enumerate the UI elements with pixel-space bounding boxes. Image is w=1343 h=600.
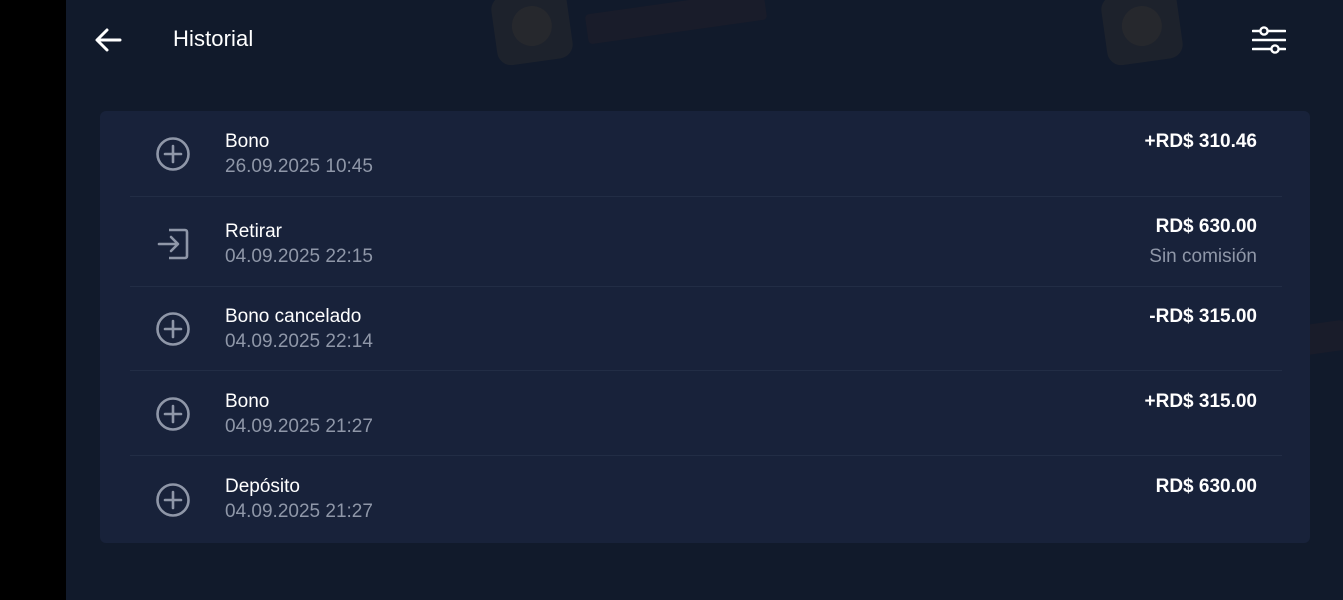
watermark-logo xyxy=(489,0,575,67)
sliders-icon xyxy=(1252,26,1286,54)
watermark-logo xyxy=(1099,0,1185,67)
plus-circle-icon xyxy=(153,480,193,520)
transaction-amount: +RD$ 310.46 xyxy=(1144,131,1258,152)
transaction-date: 04.09.2025 21:27 xyxy=(225,501,373,522)
transaction-fee-note: Sin comisión xyxy=(1149,246,1257,267)
watermark-text xyxy=(584,0,768,45)
transaction-row[interactable]: Retirar 04.09.2025 22:15 RD$ 630.00 Sin … xyxy=(100,197,1310,287)
transaction-row[interactable]: Bono 26.09.2025 10:45 +RD$ 310.46 xyxy=(100,111,1310,197)
transaction-title: Depósito xyxy=(225,476,300,497)
transaction-amount: +RD$ 315.00 xyxy=(1144,391,1258,412)
transaction-amount: RD$ 630.00 xyxy=(1155,216,1257,237)
transaction-title: Retirar xyxy=(225,221,283,242)
withdraw-icon xyxy=(153,224,193,264)
transaction-title: Bono xyxy=(225,131,270,152)
transaction-list: Bono 26.09.2025 10:45 +RD$ 310.46 Retira… xyxy=(100,111,1310,543)
transaction-date: 04.09.2025 22:15 xyxy=(225,246,373,267)
filter-button[interactable] xyxy=(1249,22,1289,58)
plus-circle-icon xyxy=(153,134,193,174)
transaction-amount: -RD$ 315.00 xyxy=(1149,306,1257,327)
transaction-date: 04.09.2025 21:27 xyxy=(225,416,373,437)
plus-circle-icon xyxy=(153,394,193,434)
transaction-amount: RD$ 630.00 xyxy=(1155,476,1257,497)
transaction-date: 04.09.2025 22:14 xyxy=(225,331,373,352)
back-button[interactable] xyxy=(90,22,126,58)
left-black-bar xyxy=(0,0,66,600)
transaction-title: Bono xyxy=(225,391,270,412)
page-title: Historial xyxy=(173,26,254,51)
arrow-left-icon xyxy=(95,28,122,52)
transaction-title: Bono cancelado xyxy=(225,306,362,327)
transaction-date: 26.09.2025 10:45 xyxy=(225,156,373,177)
plus-circle-icon xyxy=(153,309,193,349)
history-screen: Historial Bono 26.09.2025 10:45 +RD$ 310… xyxy=(66,0,1343,600)
transaction-row[interactable]: Bono cancelado 04.09.2025 22:14 -RD$ 315… xyxy=(100,287,1310,371)
transaction-row[interactable]: Depósito 04.09.2025 21:27 RD$ 630.00 xyxy=(100,456,1310,543)
transaction-row[interactable]: Bono 04.09.2025 21:27 +RD$ 315.00 xyxy=(100,371,1310,456)
